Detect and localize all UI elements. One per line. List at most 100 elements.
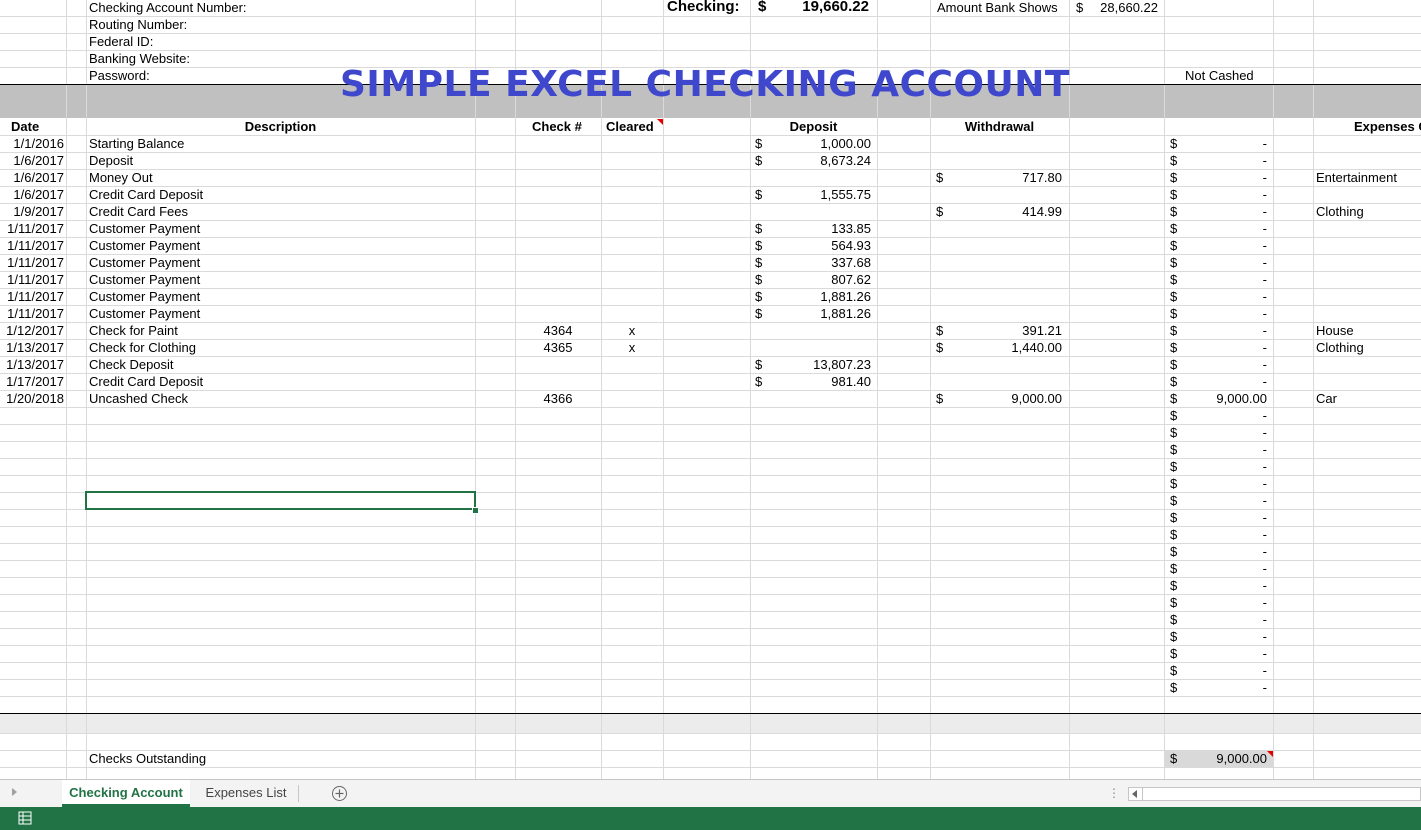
cell-check-number[interactable] xyxy=(515,288,601,305)
cell-cleared[interactable] xyxy=(601,509,663,526)
cell-deposit[interactable] xyxy=(768,169,871,186)
cell-date[interactable] xyxy=(0,492,64,509)
header-expenses-category[interactable]: Expenses C xyxy=(1354,118,1421,135)
cell-cleared[interactable]: x xyxy=(601,322,663,339)
table-row[interactable]: 1/6/2017 Money Out $717.80 $ - Entertainment xyxy=(0,169,1421,186)
cell-withdrawal[interactable] xyxy=(950,424,1062,441)
cell-cleared[interactable] xyxy=(601,679,663,696)
cell-check-number[interactable] xyxy=(515,679,601,696)
cell-description[interactable]: Credit Card Fees xyxy=(89,203,469,220)
cell-cleared[interactable] xyxy=(601,203,663,220)
cell-description[interactable]: Check for Clothing xyxy=(89,339,469,356)
cell-deposit[interactable] xyxy=(768,594,871,611)
cell-date[interactable] xyxy=(0,475,64,492)
header-deposit[interactable]: Deposit xyxy=(750,118,877,135)
cell-withdrawal[interactable] xyxy=(950,441,1062,458)
cell-withdrawal-currency[interactable] xyxy=(936,475,948,492)
cell-date[interactable] xyxy=(0,458,64,475)
cell-date[interactable]: 1/11/2017 xyxy=(0,254,64,271)
cell-cleared[interactable] xyxy=(601,220,663,237)
cell-withdrawal[interactable] xyxy=(950,662,1062,679)
cell-check-number[interactable] xyxy=(515,237,601,254)
cell-check-number[interactable] xyxy=(515,492,601,509)
cell-not-cashed-currency[interactable]: $ xyxy=(1170,492,1182,509)
cell-check-number[interactable] xyxy=(515,441,601,458)
cell-deposit[interactable]: 1,555.75 xyxy=(768,186,871,203)
cell-not-cashed-currency[interactable]: $ xyxy=(1170,271,1182,288)
cell-withdrawal-currency[interactable] xyxy=(936,509,948,526)
cell-date[interactable]: 1/17/2017 xyxy=(0,373,64,390)
cell-date[interactable] xyxy=(0,424,64,441)
cell-expense-category[interactable] xyxy=(1316,271,1421,288)
cell-not-cashed-currency[interactable]: $ xyxy=(1170,288,1182,305)
cell-expense-category[interactable] xyxy=(1316,152,1421,169)
table-row[interactable]: $ - xyxy=(0,577,1421,594)
cell-withdrawal-currency[interactable] xyxy=(936,526,948,543)
cell-not-cashed[interactable]: - xyxy=(1182,254,1267,271)
cell-deposit-currency[interactable] xyxy=(755,424,767,441)
cell-withdrawal[interactable] xyxy=(950,271,1062,288)
cell-not-cashed-currency[interactable]: $ xyxy=(1170,373,1182,390)
cell-withdrawal[interactable] xyxy=(950,594,1062,611)
cell-cleared[interactable] xyxy=(601,645,663,662)
cell-deposit[interactable]: 133.85 xyxy=(768,220,871,237)
horizontal-scrollbar[interactable] xyxy=(1128,787,1421,801)
table-row[interactable]: $ - xyxy=(0,475,1421,492)
cell-not-cashed-currency[interactable]: $ xyxy=(1170,441,1182,458)
cell-cleared[interactable] xyxy=(601,356,663,373)
cell-date[interactable]: 1/6/2017 xyxy=(0,169,64,186)
table-row[interactable]: 1/1/2016 Starting Balance $1,000.00 $ - xyxy=(0,135,1421,152)
cell-withdrawal[interactable]: 9,000.00 xyxy=(950,390,1062,407)
cell-date[interactable]: 1/12/2017 xyxy=(0,322,64,339)
cell-deposit-currency[interactable] xyxy=(755,322,767,339)
cell-withdrawal[interactable] xyxy=(950,254,1062,271)
cell-description[interactable]: Customer Payment xyxy=(89,220,469,237)
cell-deposit-currency[interactable]: $ xyxy=(755,356,767,373)
cell-deposit-currency[interactable] xyxy=(755,679,767,696)
cell-check-number[interactable] xyxy=(515,373,601,390)
cell-cleared[interactable] xyxy=(601,407,663,424)
cell-not-cashed[interactable]: - xyxy=(1182,271,1267,288)
cell-not-cashed-currency[interactable]: $ xyxy=(1170,594,1182,611)
cell-withdrawal-currency[interactable] xyxy=(936,679,948,696)
cell-withdrawal-currency[interactable] xyxy=(936,407,948,424)
cell-not-cashed-currency[interactable]: $ xyxy=(1170,152,1182,169)
cell-cleared[interactable] xyxy=(601,135,663,152)
cell-date[interactable]: 1/11/2017 xyxy=(0,305,64,322)
cell-withdrawal-currency[interactable] xyxy=(936,186,948,203)
cell-withdrawal[interactable] xyxy=(950,356,1062,373)
cell-description[interactable]: Customer Payment xyxy=(89,288,469,305)
cell-expense-category[interactable] xyxy=(1316,407,1421,424)
cell-withdrawal-currency[interactable] xyxy=(936,441,948,458)
cell-cleared[interactable] xyxy=(601,594,663,611)
table-row[interactable]: 1/11/2017 Customer Payment $1,881.26 $ - xyxy=(0,305,1421,322)
cell-check-number[interactable]: 4366 xyxy=(515,390,601,407)
cell-not-cashed[interactable]: - xyxy=(1182,628,1267,645)
cell-not-cashed-currency[interactable]: $ xyxy=(1170,577,1182,594)
table-row[interactable]: 1/11/2017 Customer Payment $1,881.26 $ - xyxy=(0,288,1421,305)
cell-cleared[interactable] xyxy=(601,662,663,679)
cell-withdrawal-currency[interactable] xyxy=(936,492,948,509)
cell-withdrawal-currency[interactable]: $ xyxy=(936,169,948,186)
cell-expense-category[interactable] xyxy=(1316,475,1421,492)
cell-cleared[interactable] xyxy=(601,305,663,322)
cell-check-number[interactable] xyxy=(515,543,601,560)
cell-check-number[interactable] xyxy=(515,424,601,441)
cell-withdrawal-currency[interactable] xyxy=(936,254,948,271)
cell-check-number[interactable] xyxy=(515,203,601,220)
cell-expense-category[interactable] xyxy=(1316,305,1421,322)
header-date[interactable]: Date xyxy=(11,118,39,135)
cell-check-number[interactable] xyxy=(515,407,601,424)
cell-description[interactable]: Customer Payment xyxy=(89,254,469,271)
cell-not-cashed[interactable]: - xyxy=(1182,237,1267,254)
cell-check-number[interactable] xyxy=(515,135,601,152)
cell-check-number[interactable] xyxy=(515,560,601,577)
table-row[interactable]: $ - xyxy=(0,424,1421,441)
cell-deposit-currency[interactable] xyxy=(755,611,767,628)
cell-expense-category[interactable] xyxy=(1316,509,1421,526)
cell-not-cashed[interactable]: - xyxy=(1182,662,1267,679)
cell-not-cashed-currency[interactable]: $ xyxy=(1170,560,1182,577)
cell-deposit[interactable] xyxy=(768,203,871,220)
fill-handle[interactable] xyxy=(472,507,479,514)
cell-deposit-currency[interactable] xyxy=(755,509,767,526)
